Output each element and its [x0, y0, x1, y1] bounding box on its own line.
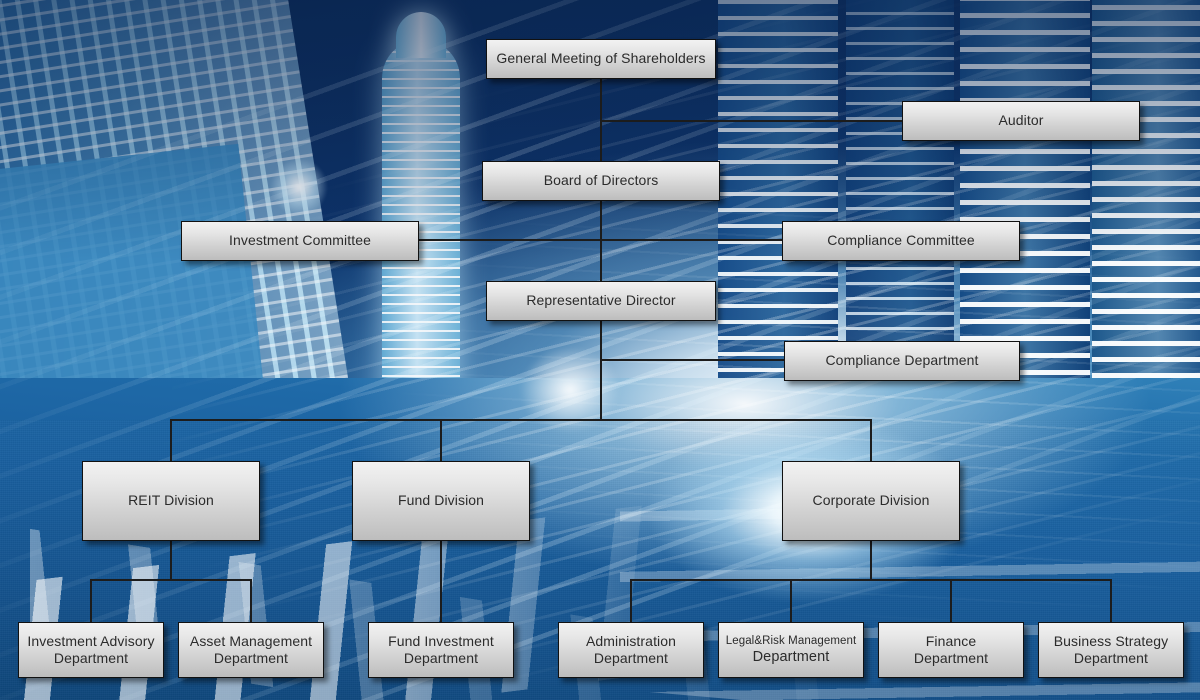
- node-label-line1: Asset Management: [189, 632, 313, 649]
- node-label-line1: Investment Advisory: [27, 632, 155, 649]
- node-label: Auditor: [998, 112, 1044, 129]
- node-label-line1: Legal&Risk Management: [725, 634, 857, 647]
- node-label: Representative Director: [526, 292, 676, 309]
- node-label-line1: Administration: [585, 632, 677, 649]
- node-board-of-directors[interactable]: Board of Directors: [482, 161, 720, 201]
- node-label-line2: Department: [403, 650, 479, 666]
- node-representative-director[interactable]: Representative Director: [486, 281, 716, 321]
- node-investment-advisory-department[interactable]: Investment Advisory Department: [18, 622, 164, 678]
- node-label-line2: Department: [53, 650, 129, 666]
- node-label-line2: Department: [213, 650, 289, 666]
- light-flare-secondary: [500, 330, 640, 450]
- edge-corporate-division-down: [870, 541, 872, 581]
- edge-to-business-strategy-department: [1110, 579, 1112, 622]
- edge-representative-director-trunk: [600, 321, 602, 421]
- org-chart-canvas: General Meeting of Shareholders Auditor …: [0, 0, 1200, 700]
- node-finance-department[interactable]: Finance Department: [878, 622, 1024, 678]
- edge-bus-to-corporate-division: [870, 419, 872, 461]
- node-label: Investment Committee: [228, 232, 372, 249]
- node-label-line1: Finance: [925, 632, 977, 649]
- node-label-line2: Department: [1073, 650, 1149, 666]
- node-fund-investment-department[interactable]: Fund Investment Department: [368, 622, 514, 678]
- node-label: Compliance Department: [825, 352, 979, 369]
- node-label: General Meeting of Shareholders: [496, 50, 706, 67]
- edge-representative-director-to-compliance-department: [600, 359, 784, 361]
- node-label-line1: Fund Investment: [388, 632, 494, 649]
- edge-to-investment-advisory-department: [90, 579, 92, 622]
- node-administration-department[interactable]: Administration Department: [558, 622, 704, 678]
- edge-to-legal-risk-management-department: [790, 579, 792, 622]
- node-label: Compliance Committee: [827, 232, 975, 249]
- node-label: Board of Directors: [543, 172, 659, 189]
- edge-reit-division-down: [170, 541, 172, 581]
- node-label: REIT Division: [128, 492, 214, 509]
- edge-to-administration-department: [630, 579, 632, 622]
- node-label-line2: Department: [913, 650, 989, 666]
- edge-to-finance-department: [950, 579, 952, 622]
- node-business-strategy-department[interactable]: Business Strategy Department: [1038, 622, 1184, 678]
- node-asset-management-department[interactable]: Asset Management Department: [178, 622, 324, 678]
- node-label: Corporate Division: [812, 492, 930, 509]
- node-label-line2: Department: [593, 650, 669, 666]
- node-auditor[interactable]: Auditor: [902, 101, 1140, 141]
- node-corporate-division[interactable]: Corporate Division: [782, 461, 960, 541]
- node-compliance-committee[interactable]: Compliance Committee: [782, 221, 1020, 261]
- node-investment-committee[interactable]: Investment Committee: [181, 221, 419, 261]
- edge-fund-division-to-fund-investment-department: [440, 541, 442, 622]
- edge-bus-to-fund-division: [440, 419, 442, 461]
- edge-board-to-compliance-committee: [600, 239, 782, 241]
- node-fund-division[interactable]: Fund Division: [352, 461, 530, 541]
- node-compliance-department[interactable]: Compliance Department: [784, 341, 1020, 381]
- node-reit-division[interactable]: REIT Division: [82, 461, 260, 541]
- edge-board-to-investment-committee: [419, 239, 601, 241]
- edge-general-meeting-to-auditor: [600, 120, 902, 122]
- node-label: Fund Division: [397, 492, 485, 509]
- node-label-line1: Business Strategy: [1053, 632, 1169, 649]
- node-legal-risk-management-department[interactable]: Legal&Risk Management Department: [718, 622, 864, 678]
- node-general-meeting-of-shareholders[interactable]: General Meeting of Shareholders: [486, 39, 716, 79]
- node-label-line2: Department: [752, 649, 830, 666]
- edge-reit-children-bus: [90, 579, 251, 581]
- edge-division-bus: [170, 419, 872, 421]
- edge-to-asset-management-department: [250, 579, 252, 622]
- edge-corporate-children-bus: [630, 579, 1111, 581]
- edge-bus-to-reit-division: [170, 419, 172, 461]
